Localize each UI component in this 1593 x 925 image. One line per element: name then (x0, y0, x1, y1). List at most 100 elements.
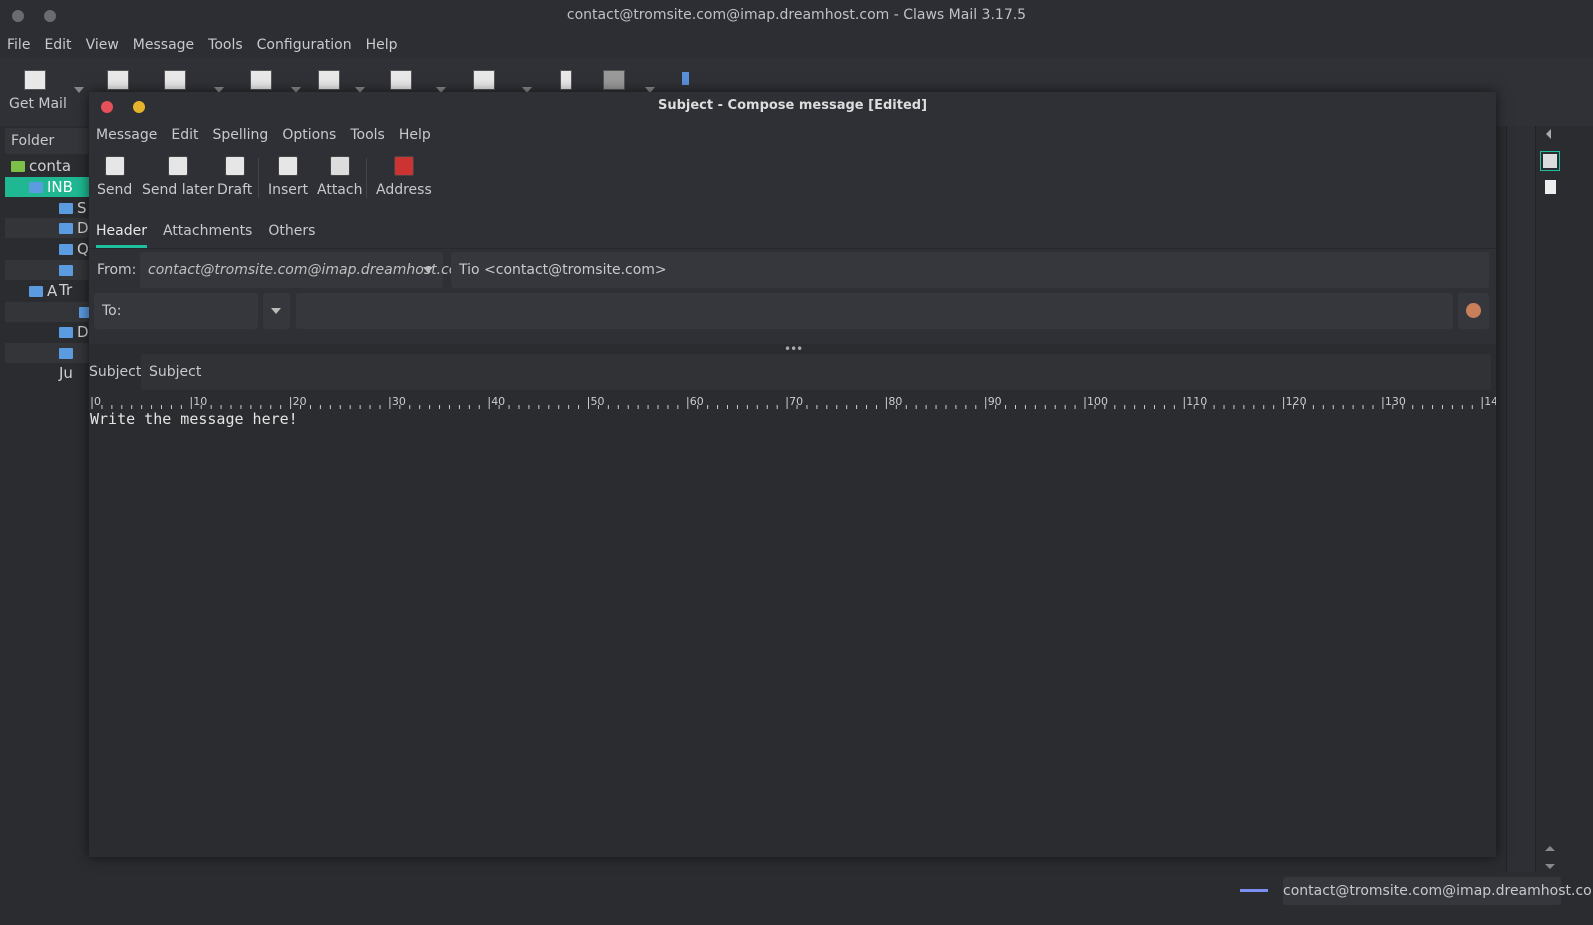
compose-toolbar: Send Send later Draft Insert Attach Addr… (89, 148, 1496, 212)
compose-menu-edit[interactable]: Edit (171, 122, 198, 148)
folder-item[interactable]: A (5, 281, 89, 301)
compose-close-button[interactable] (101, 101, 113, 113)
collapse-arrow-icon[interactable] (1546, 129, 1551, 139)
from-account-select[interactable]: contact@tromsite.com@imap.dreamhost.com (140, 252, 471, 288)
insert-icon (278, 156, 299, 176)
spam-icon[interactable] (603, 70, 625, 90)
draft-label: Draft (217, 182, 253, 198)
folder-open-icon (11, 161, 25, 172)
reply-list-icon[interactable] (390, 70, 412, 90)
trash-icon[interactable] (560, 70, 572, 90)
send-button[interactable]: Send (97, 156, 132, 198)
close-button[interactable] (12, 10, 24, 22)
text-document-icon[interactable] (1545, 180, 1556, 194)
subject-label: Subject: (89, 364, 147, 380)
address-book-icon (1466, 303, 1481, 318)
compose-menu-message[interactable]: Message (96, 122, 157, 148)
send-later-button[interactable]: Send later (142, 156, 214, 198)
draft-button[interactable]: Draft (217, 156, 252, 198)
folder-item[interactable]: Ju (5, 343, 89, 382)
compose-new-icon[interactable] (164, 70, 186, 90)
folder-item[interactable]: INB (5, 176, 89, 197)
message-body-editor[interactable]: Write the message here! (89, 410, 298, 428)
menu-help[interactable]: Help (366, 32, 398, 58)
folder-label: Ju (59, 364, 73, 383)
connection-icon[interactable] (1240, 889, 1268, 892)
scroll-up-icon[interactable] (1545, 846, 1555, 851)
drafts-icon (59, 223, 73, 235)
tab-others[interactable]: Others (268, 212, 315, 248)
address-book-button[interactable] (1458, 293, 1489, 329)
compose-titlebar: Subject - Compose message [Edited] (89, 92, 1496, 122)
to-type-dropdown[interactable] (263, 293, 290, 329)
from-label: From: (97, 262, 137, 278)
menu-configuration[interactable]: Configuration (257, 32, 352, 58)
minimize-button[interactable] (44, 10, 56, 22)
to-field[interactable] (296, 293, 1453, 329)
menu-file[interactable]: File (7, 32, 30, 58)
ruler-label: 20 (293, 395, 307, 408)
insert-button[interactable]: Insert (268, 156, 308, 198)
compose-menu-options[interactable]: Options (282, 122, 336, 148)
folder-item[interactable]: D (5, 322, 89, 342)
from-field[interactable]: Tio <contact@tromsite.com> (451, 252, 1489, 288)
folder-label: A (47, 281, 58, 300)
chevron-down-icon[interactable] (423, 267, 433, 273)
reply-all-icon[interactable] (318, 70, 340, 90)
ruler-label: 60 (690, 395, 704, 408)
send-label: Send (97, 182, 133, 198)
next-arrow-icon[interactable] (682, 72, 689, 85)
reply-icon[interactable] (250, 70, 272, 90)
window-titlebar: contact@tromsite.com@imap.dreamhost.com … (0, 0, 1593, 32)
compose-menubar: Message Edit Spelling Options Tools Help (89, 122, 1496, 148)
address-button[interactable]: Address (376, 156, 432, 198)
compose-menu-spelling[interactable]: Spelling (212, 122, 268, 148)
folder-label: D (77, 219, 89, 238)
compose-minimize-button[interactable] (133, 101, 145, 113)
folder-label: INB (47, 177, 73, 196)
scroll-down-icon[interactable] (1545, 864, 1555, 869)
subject-field[interactable]: Subject (141, 354, 1491, 390)
ruler-label: 40 (491, 395, 505, 408)
compose-window: Subject - Compose message [Edited] Messa… (89, 92, 1496, 857)
menu-tools[interactable]: Tools (208, 32, 243, 58)
message-view-panel (1506, 126, 1536, 872)
send-icon (104, 156, 125, 176)
to-type-select[interactable]: To: (94, 293, 258, 329)
compose-icon[interactable] (107, 70, 129, 90)
address-label: Address (376, 182, 432, 198)
folder-item[interactable] (5, 301, 93, 322)
folder-item[interactable]: conta (5, 156, 89, 176)
tab-attachments[interactable]: Attachments (163, 212, 252, 248)
folder-icon (29, 285, 43, 297)
chevron-down-icon[interactable] (74, 87, 84, 93)
ruler-label: 140 (1484, 395, 1496, 408)
folder-label: Q (77, 240, 89, 259)
folder-item[interactable]: S (5, 198, 89, 218)
compose-tabs: Header Attachments Others (89, 212, 1496, 248)
insert-label: Insert (268, 182, 309, 198)
tab-header[interactable]: Header (96, 212, 147, 248)
get-mail-icon[interactable] (24, 70, 46, 90)
forward-icon[interactable] (473, 70, 495, 90)
toolbar-separator (366, 158, 367, 198)
menu-message[interactable]: Message (133, 32, 194, 58)
address-document-icon[interactable] (1543, 154, 1557, 168)
menu-edit[interactable]: Edit (44, 32, 71, 58)
folder-label: S (77, 198, 87, 217)
folder-column-header[interactable]: Folder (5, 128, 89, 154)
queue-icon (59, 244, 73, 256)
compose-menu-help[interactable]: Help (399, 122, 431, 148)
compose-title: Subject - Compose message [Edited] (657, 98, 928, 113)
get-mail-button[interactable]: Get Mail (9, 96, 67, 112)
folder-icon (59, 327, 73, 339)
folder-item[interactable]: D (5, 218, 89, 239)
status-account: contact@tromsite.com@imap.dreamhost.com (1283, 877, 1593, 905)
menu-view[interactable]: View (86, 32, 119, 58)
folder-item[interactable]: Tr (5, 260, 89, 299)
send-later-label: Send later (142, 182, 215, 198)
attach-button[interactable]: Attach (317, 156, 362, 198)
compose-menu-tools[interactable]: Tools (350, 122, 385, 148)
folder-item[interactable]: Q (5, 239, 89, 259)
send-later-icon (168, 156, 189, 176)
